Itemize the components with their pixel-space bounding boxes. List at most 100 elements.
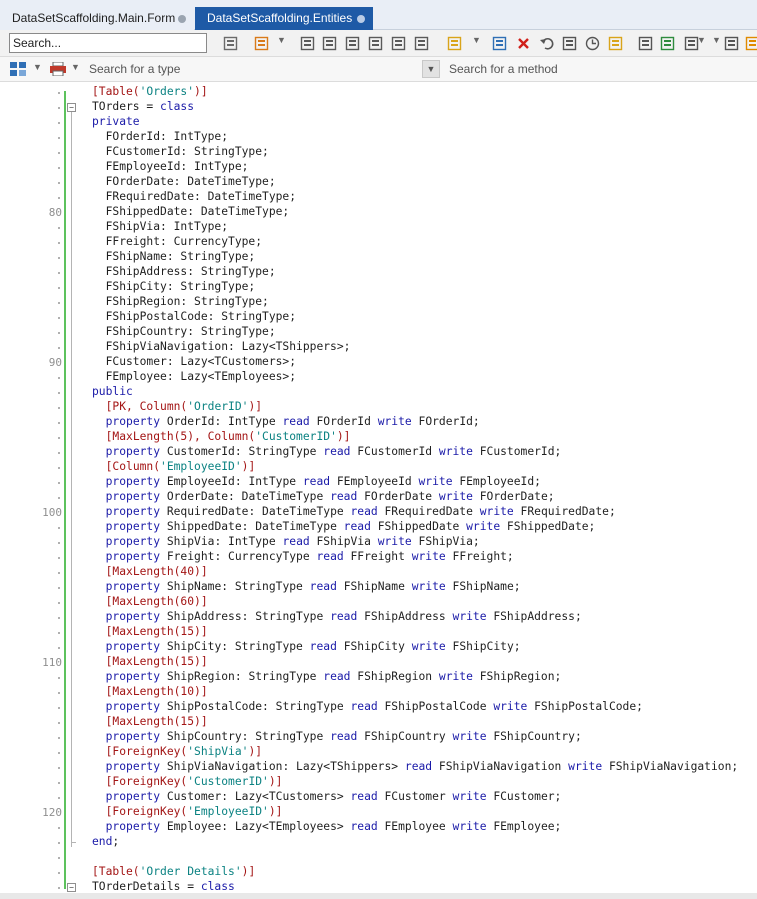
class-icon[interactable] [368,36,383,51]
code-line[interactable]: FCustomer: Lazy<TCustomers>; [92,355,296,370]
code-line[interactable]: [ForeignKey('ShipVia')] [92,745,262,760]
code-line[interactable]: [MaxLength(40)] [92,565,208,580]
code-line[interactable]: FShipPostalCode: StringType; [92,310,296,325]
gutter-marker [58,872,60,874]
chevron-down-icon[interactable]: ▼ [712,35,721,45]
code-line[interactable]: FRequiredDate: DateTimeType; [92,190,296,205]
code-line[interactable]: property OrderDate: DateTimeType read FO… [92,490,555,505]
code-line[interactable]: [MaxLength(15)] [92,655,208,670]
code-line[interactable]: FShipCountry: StringType; [92,325,276,340]
code-line[interactable]: [MaxLength(15)] [92,715,208,730]
code-template-icon[interactable] [223,36,238,51]
add-component-icon[interactable] [254,36,269,51]
code-line[interactable]: property ShipViaNavigation: Lazy<TShippe… [92,760,739,775]
code-line[interactable]: property EmployeeId: IntType read FEmplo… [92,475,541,490]
code-line[interactable]: property ShipCity: StringType read FShip… [92,640,521,655]
method-icon[interactable] [300,36,315,51]
gutter-marker [58,452,60,454]
delete-icon[interactable] [516,36,531,51]
property-icon[interactable] [345,36,360,51]
tab-entities[interactable]: DataSetScaffolding.Entities [195,7,373,30]
code-line[interactable]: FEmployee: Lazy<TEmployees>; [92,370,296,385]
code-line[interactable]: FShipVia: IntType; [92,220,228,235]
code-line[interactable]: property Employee: Lazy<TEmployees> read… [92,820,562,835]
code-line[interactable]: private [92,115,140,130]
code-line[interactable]: [PK, Column('OrderID')] [92,400,262,415]
horizontal-scrollbar[interactable] [0,893,757,899]
gutter-marker [58,782,60,784]
code-line[interactable]: [MaxLength(15)] [92,625,208,640]
gutter-marker [58,257,60,259]
code-line[interactable]: FShipRegion: StringType; [92,295,269,310]
code-line[interactable]: [Column('EmployeeID')] [92,460,256,475]
field-icon[interactable] [322,36,337,51]
chevron-down-icon[interactable]: ▼ [472,35,481,45]
chevron-down-icon[interactable]: ▼ [697,35,706,45]
fold-guide-end [71,842,76,843]
view-icon[interactable] [638,36,653,51]
chevron-down-icon[interactable]: ▼ [277,35,286,45]
code-line[interactable]: property CustomerId: StringType read FCu… [92,445,562,460]
code-line[interactable]: FShipCity: StringType; [92,280,256,295]
code-line[interactable]: property ShipVia: IntType read FShipVia … [92,535,480,550]
code-line[interactable]: FShipViaNavigation: Lazy<TShippers>; [92,340,351,355]
code-line[interactable]: [MaxLength(5), Column('CustomerID')] [92,430,351,445]
align-icon[interactable] [492,36,507,51]
package-icon[interactable] [724,36,739,51]
edit-icon[interactable] [608,36,623,51]
code-line[interactable]: [MaxLength(10)] [92,685,208,700]
gutter-marker [58,647,60,649]
method-search-combo[interactable]: Search for a method [449,62,558,76]
code-editor[interactable]: 80 90 100 110 120 − − [Table('Orders')] TOrders… [0,82,757,899]
fold-toggle-icon[interactable]: − [67,883,76,892]
code-line[interactable]: FFreight: CurrencyType; [92,235,262,250]
extra-icon[interactable] [745,36,757,51]
code-line[interactable]: [ForeignKey('EmployeeID')] [92,805,283,820]
code-line[interactable]: FShipAddress: StringType; [92,265,276,280]
chevron-down-icon[interactable]: ▼ [71,62,80,72]
code-line[interactable]: property ShipName: StringType read FShip… [92,580,521,595]
gutter-marker [58,542,60,544]
code-line[interactable]: FShippedDate: DateTimeType; [92,205,290,220]
code-line[interactable]: property Freight: CurrencyType read FFre… [92,550,514,565]
code-line[interactable]: property ShipCountry: StringType read FS… [92,730,582,745]
tab-main-form[interactable]: DataSetScaffolding.Main.Form [0,7,194,30]
module-icon[interactable] [660,36,675,51]
type-search-combo[interactable]: Search for a type [89,62,180,76]
code-line[interactable]: FCustomerId: StringType; [92,145,269,160]
code-line[interactable]: property ShippedDate: DateTimeType read … [92,520,596,535]
gutter-marker [58,152,60,154]
refactor-icon[interactable] [414,36,429,51]
code-line[interactable]: FEmployeeId: IntType; [92,160,249,175]
structure-icon[interactable] [562,36,577,51]
code-line[interactable]: property OrderId: IntType read FOrderId … [92,415,480,430]
code-line[interactable]: property RequiredDate: DateTimeType read… [92,505,616,520]
code-line[interactable]: property ShipAddress: StringType read FS… [92,610,582,625]
code-line[interactable]: FOrderId: IntType; [92,130,228,145]
structure-view-icon[interactable] [10,62,26,76]
bag-icon[interactable] [447,36,462,51]
code-line[interactable]: property ShipPostalCode: StringType read… [92,700,643,715]
code-line[interactable]: FOrderDate: DateTimeType; [92,175,276,190]
undo-icon[interactable] [539,36,554,51]
code-line[interactable]: [Table('Orders')] [92,85,208,100]
navigation-bar: ▼ ▼ Search for a type ▼ Search for a met… [0,57,757,82]
chevron-down-icon[interactable]: ▼ [422,60,440,78]
gutter-marker [58,692,60,694]
code-line[interactable]: [Table('Order Details')] [92,865,255,880]
code-line[interactable]: public [92,385,133,400]
code-line[interactable]: TOrders = class [92,100,194,115]
code-line[interactable]: property Customer: Lazy<TCustomers> read… [92,790,562,805]
search-input[interactable] [9,33,207,53]
code-line[interactable]: property ShipRegion: StringType read FSh… [92,670,562,685]
fold-toggle-icon[interactable]: − [67,103,76,112]
printer-icon[interactable] [50,61,66,77]
history-icon[interactable] [585,36,600,51]
code-line[interactable]: end; [92,835,119,850]
code-line[interactable]: [MaxLength(60)] [92,595,208,610]
code-line[interactable]: FShipName: StringType; [92,250,256,265]
event-icon[interactable] [391,36,406,51]
gutter-marker [58,722,60,724]
chevron-down-icon[interactable]: ▼ [33,62,42,72]
code-line[interactable]: [ForeignKey('CustomerID')] [92,775,283,790]
